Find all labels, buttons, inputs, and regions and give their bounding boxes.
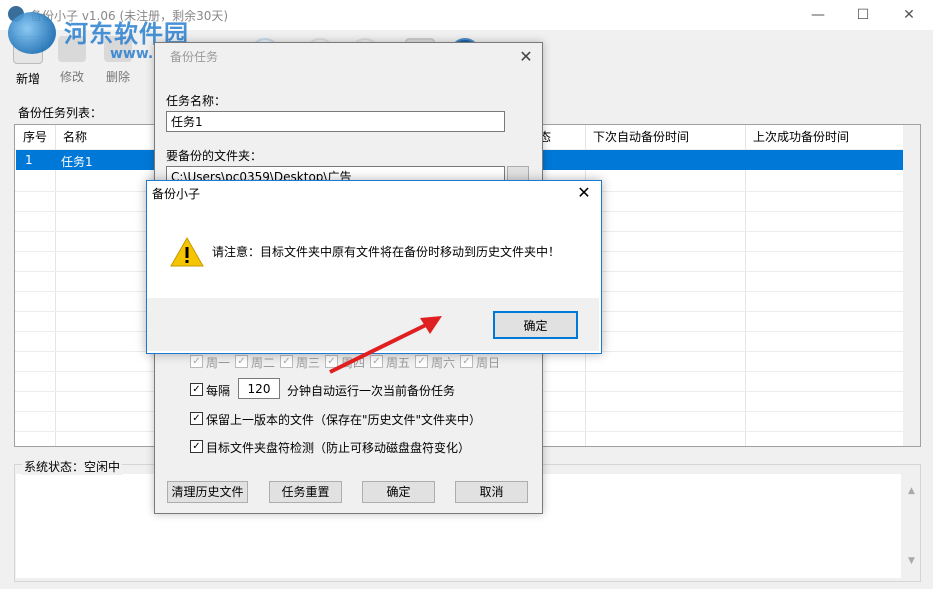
new-label: 新增 (15, 72, 40, 86)
task-list-label: 备份任务列表： (18, 106, 103, 120)
day-label: 周三 (296, 356, 321, 370)
cell-name: 任务1 (61, 155, 93, 169)
column-divider (55, 125, 56, 446)
watermark-logo (8, 12, 56, 54)
task-dialog-title: 备份任务 (170, 50, 219, 64)
reset-task-button[interactable]: 任务重置 (269, 481, 342, 503)
interval-prefix: 每隔 (206, 384, 231, 398)
interval-checkbox[interactable]: ✓ (190, 383, 203, 396)
task-ok-button[interactable]: 确定 (362, 481, 435, 503)
alert-close-button[interactable]: ✕ (570, 180, 598, 206)
task-name-label: 任务名称： (166, 94, 227, 108)
annotation-arrow-icon (329, 316, 442, 374)
column-header-name[interactable]: 名称 (63, 125, 88, 150)
task-cancel-button[interactable]: 取消 (455, 481, 528, 503)
status-label: 系统状态：空闲中 (22, 458, 123, 475)
drive-check-checkbox[interactable]: ✓ (190, 440, 203, 453)
day-checkbox[interactable]: ✓ (280, 355, 293, 368)
day-checkbox[interactable]: ✓ (460, 355, 473, 368)
table-scrollbar[interactable] (903, 125, 920, 446)
edit-label: 修改 (59, 70, 84, 84)
interval-suffix: 分钟自动运行一次当前备份任务 (287, 384, 456, 398)
warning-icon (170, 236, 204, 267)
day-label: 周一 (206, 356, 231, 370)
scroll-down-icon[interactable]: ▼ (903, 556, 920, 566)
alert-message: 请注意：目标文件夹中原有文件将在备份时移动到历史文件夹中！ (212, 245, 561, 259)
keep-version-checkbox[interactable]: ✓ (190, 412, 203, 425)
cell-index: 1 (25, 153, 33, 167)
column-header-next-backup[interactable]: 下次自动备份时间 (593, 125, 690, 150)
drive-check-label: 目标文件夹盘符检测（防止可移动磁盘盘符变化） (206, 441, 471, 455)
close-button[interactable]: ✕ (886, 0, 932, 30)
scroll-up-icon[interactable]: ▲ (903, 486, 920, 496)
folder-label: 要备份的文件夹： (166, 149, 263, 163)
day-checkbox[interactable]: ✓ (190, 355, 203, 368)
status-scrollbar[interactable]: ▲ ▼ (903, 484, 920, 568)
task-dialog-close-button[interactable]: ✕ (512, 44, 540, 70)
day-label: 周日 (476, 356, 501, 370)
interval-input[interactable]: 120 (238, 378, 280, 399)
delete-label: 删除 (105, 70, 130, 84)
column-divider (745, 125, 746, 446)
column-header-last-backup[interactable]: 上次成功备份时间 (753, 125, 850, 150)
task-name-input[interactable]: 任务1 (166, 111, 505, 132)
maximize-button[interactable]: ☐ (840, 0, 886, 30)
keep-version-label: 保留上一版本的文件（保存在"历史文件"文件夹中） (206, 413, 482, 427)
day-checkbox[interactable]: ✓ (235, 355, 248, 368)
alert-title: 备份小子 (152, 187, 201, 201)
alert-ok-button[interactable]: 确定 (493, 311, 578, 339)
column-header-index[interactable]: 序号 (23, 125, 48, 150)
day-label: 周二 (251, 356, 276, 370)
minimize-button[interactable]: — (795, 0, 841, 30)
clear-history-button[interactable]: 清理历史文件 (167, 481, 248, 503)
